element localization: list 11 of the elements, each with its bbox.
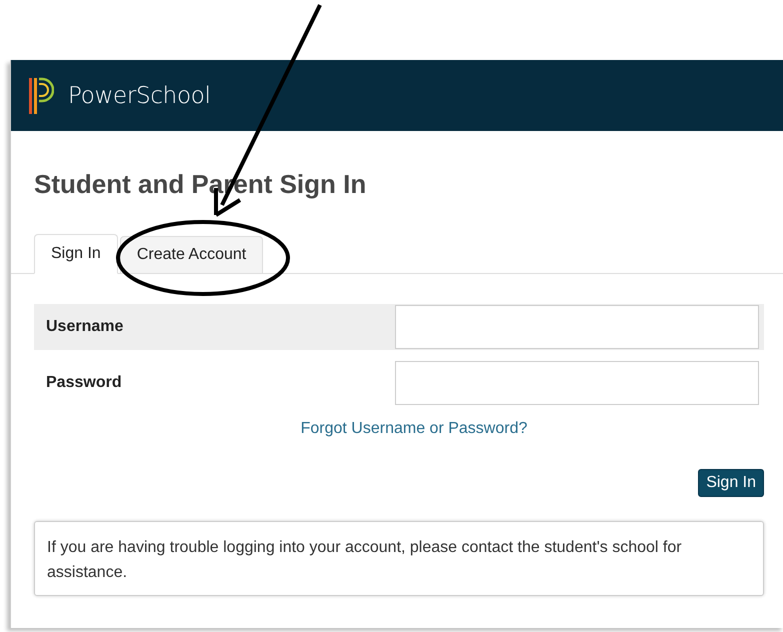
field-label: Username: [45, 318, 124, 336]
field-label: Password: [45, 374, 123, 392]
help-note: If you are having trouble logging into your account, please contact the student's school for assistance.: [34, 521, 764, 596]
tab[interactable]: Create Account: [120, 236, 264, 274]
tab[interactable]: Sign In: [34, 234, 118, 274]
forgot-link[interactable]: Forgot Username or Password?: [300, 420, 528, 438]
input-field[interactable]: [395, 361, 759, 405]
sign-in-button[interactable]: Sign In: [698, 469, 764, 497]
brand-name: PowerSchool: [68, 82, 211, 108]
logo-icon: [28, 76, 54, 114]
input-field[interactable]: [395, 305, 759, 349]
